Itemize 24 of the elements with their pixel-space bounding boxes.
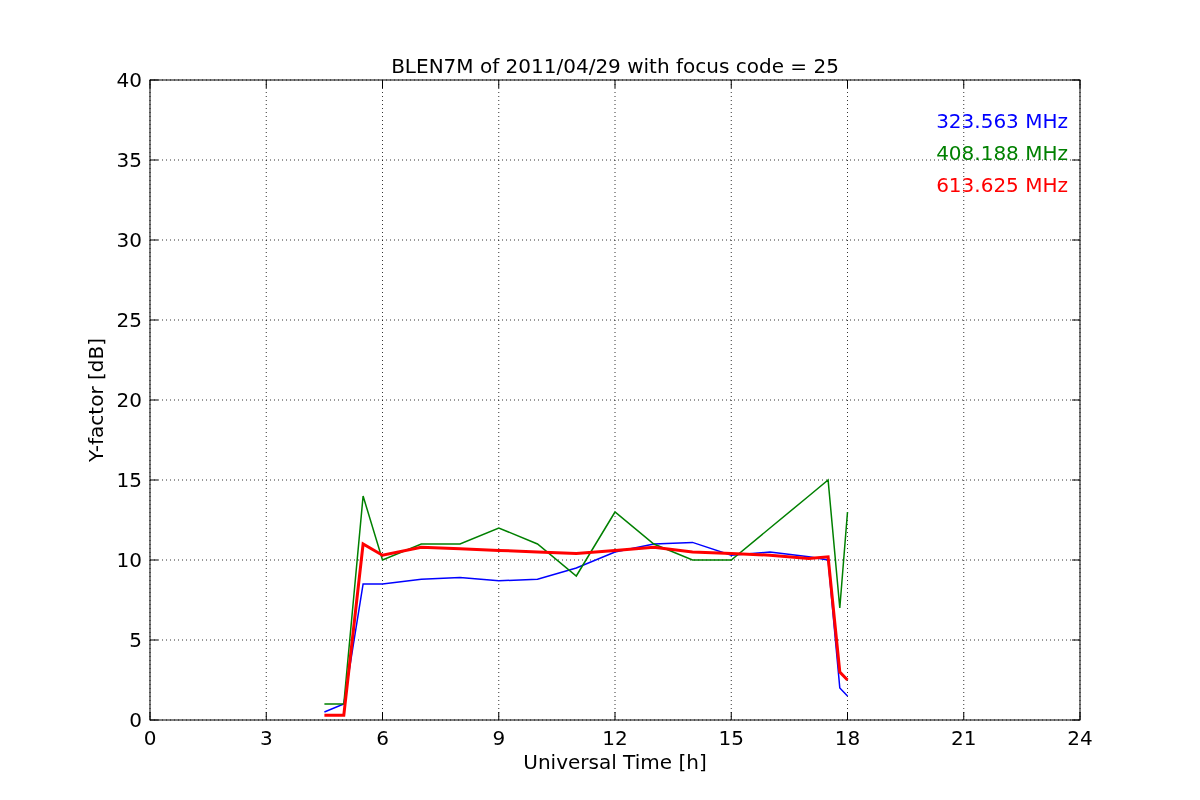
tick-label: 0 bbox=[129, 708, 142, 732]
tick-label: 12 bbox=[602, 726, 628, 750]
tick-label: 10 bbox=[116, 548, 142, 572]
chart-title: BLEN7M of 2011/04/29 with focus code = 25 bbox=[391, 54, 839, 78]
tick-label: 6 bbox=[376, 726, 389, 750]
tick-label: 30 bbox=[116, 228, 142, 252]
tick-label: 0 bbox=[143, 726, 157, 750]
tick-label: 40 bbox=[116, 68, 142, 92]
x-axis-label: Universal Time [h] bbox=[523, 750, 707, 774]
tick-label: 5 bbox=[129, 628, 142, 652]
tick-label: 15 bbox=[718, 726, 744, 750]
tick-label: 3 bbox=[259, 726, 273, 750]
y-axis-label: Y-factor [dB] bbox=[84, 338, 108, 462]
tick-label: 20 bbox=[116, 388, 142, 412]
tick-label: 25 bbox=[116, 308, 142, 332]
tick-label: 9 bbox=[492, 726, 506, 750]
tick-label: 15 bbox=[116, 468, 142, 492]
tick-label: 35 bbox=[116, 148, 142, 172]
tick-label: 18 bbox=[834, 726, 861, 750]
legend-label: 613.625 MHz bbox=[936, 173, 1068, 197]
tick-label: 21 bbox=[951, 726, 977, 750]
legend-label: 408.188 MHz bbox=[936, 141, 1068, 165]
tick-label: 24 bbox=[1067, 726, 1093, 750]
legend-label: 323.563 MHz bbox=[936, 109, 1068, 133]
